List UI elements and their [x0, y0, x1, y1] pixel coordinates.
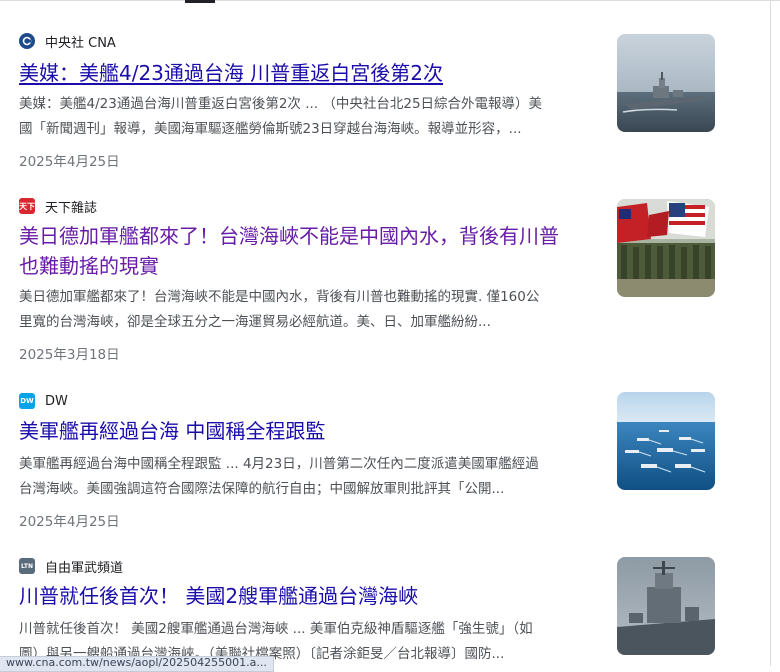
- result-snippet: 美軍艦再經過台海中國稱全程跟監 ... 4月23日，川普第二次任內二度派遣美國軍…: [19, 452, 594, 502]
- link-status-bar: www.cna.com.tw/news/aopl/202504255001.a.…: [0, 656, 274, 672]
- source-name: 自由軍武頻道: [45, 560, 124, 576]
- title-line: 美日德加軍艦都來了！台灣海峽不能是中國內水，背後有川普: [19, 224, 559, 248]
- result-snippet: 美媒：美艦4/23通過台海川普重返白宮後第2次 ... （中央社台北25日綜合外…: [19, 92, 594, 142]
- snippet-line: 國「新聞週刊」報導，美國海軍驅逐艦勞倫斯號23日穿越台海海峽。報導並形容，...: [19, 121, 522, 137]
- result-date: 2025年4月25日: [19, 154, 120, 170]
- result-source[interactable]: LTN 自由軍武頻道: [19, 557, 124, 576]
- result-title-link[interactable]: 美軍艦再經過台海 中國稱全程跟監: [19, 416, 599, 446]
- source-name: 中央社 CNA: [45, 35, 116, 51]
- source-name: DW: [45, 393, 68, 409]
- result-date: 2025年3月18日: [19, 347, 120, 363]
- top-divider: [0, 0, 780, 1]
- search-result: LTN 自由軍武頻道 川普就任後首次！ 美國2艘軍艦通過台灣海峽 川普就任後首次…: [19, 557, 719, 666]
- result-title-link[interactable]: 美媒：美艦4/23通過台海 川普重返白宮後第2次: [19, 58, 599, 88]
- result-snippet: 美日德加軍艦都來了！台灣海峽不能是中國內水，背後有川普也難動搖的現實. 僅160…: [19, 285, 594, 335]
- search-result: 天下 天下雜誌 美日德加軍艦都來了！台灣海峽不能是中國內水，背後有川普 也難動搖…: [19, 197, 719, 367]
- result-date: 2025年4月25日: [19, 514, 120, 530]
- result-title-link[interactable]: 美日德加軍艦都來了！台灣海峽不能是中國內水，背後有川普 也難動搖的現實: [19, 221, 599, 281]
- result-source[interactable]: DW DW: [19, 392, 68, 410]
- cna-favicon-icon: [19, 33, 35, 49]
- ltn-favicon-icon: LTN: [19, 558, 35, 574]
- cw-favicon-icon: 天下: [19, 198, 35, 214]
- naval-fleet-aerial-image[interactable]: [617, 392, 715, 490]
- search-result: DW DW 美軍艦再經過台海 中國稱全程跟監 美軍艦再經過台海中國稱全程跟監 .…: [19, 392, 719, 532]
- soldiers-with-flags-image[interactable]: [617, 199, 715, 297]
- snippet-line: 台灣海峽。美國強調這符合國際法保障的航行自由；中國解放軍則批評其「公開...: [19, 481, 505, 497]
- snippet-line: 川普就任後首次！ 美國2艘軍艦通過台灣海峽 ... 美軍伯克級神盾驅逐艦「強生號…: [19, 621, 533, 637]
- result-source[interactable]: 天下 天下雜誌: [19, 197, 98, 216]
- right-divider: [770, 0, 771, 666]
- search-result: 中央社 CNA 美媒：美艦4/23通過台海 川普重返白宮後第2次 美媒：美艦4/…: [19, 32, 719, 172]
- snippet-line: 美日德加軍艦都來了！台灣海峽不能是中國內水，背後有川普也難動搖的現實. 僅160…: [19, 289, 540, 305]
- destroyer-deck-image[interactable]: [617, 557, 715, 655]
- result-source[interactable]: 中央社 CNA: [19, 32, 116, 51]
- active-tab-indicator: [185, 0, 215, 3]
- result-title-link[interactable]: 川普就任後首次！ 美國2艘軍艦通過台灣海峽: [19, 581, 599, 611]
- title-line: 也難動搖的現實: [19, 254, 159, 278]
- source-name: 天下雜誌: [45, 200, 98, 216]
- snippet-line: 里寬的台灣海峽，卻是全球五分之一海運貿易必經航道。美、日、加軍艦紛紛...: [19, 314, 491, 330]
- destroyer-at-sea-image[interactable]: [617, 34, 715, 132]
- snippet-line: 美媒：美艦4/23通過台海川普重返白宮後第2次 ... （中央社台北25日綜合外…: [19, 96, 543, 112]
- dw-favicon-icon: DW: [19, 393, 35, 409]
- snippet-line: 美軍艦再經過台海中國稱全程跟監 ... 4月23日，川普第二次任內二度派遣美國軍…: [19, 456, 539, 472]
